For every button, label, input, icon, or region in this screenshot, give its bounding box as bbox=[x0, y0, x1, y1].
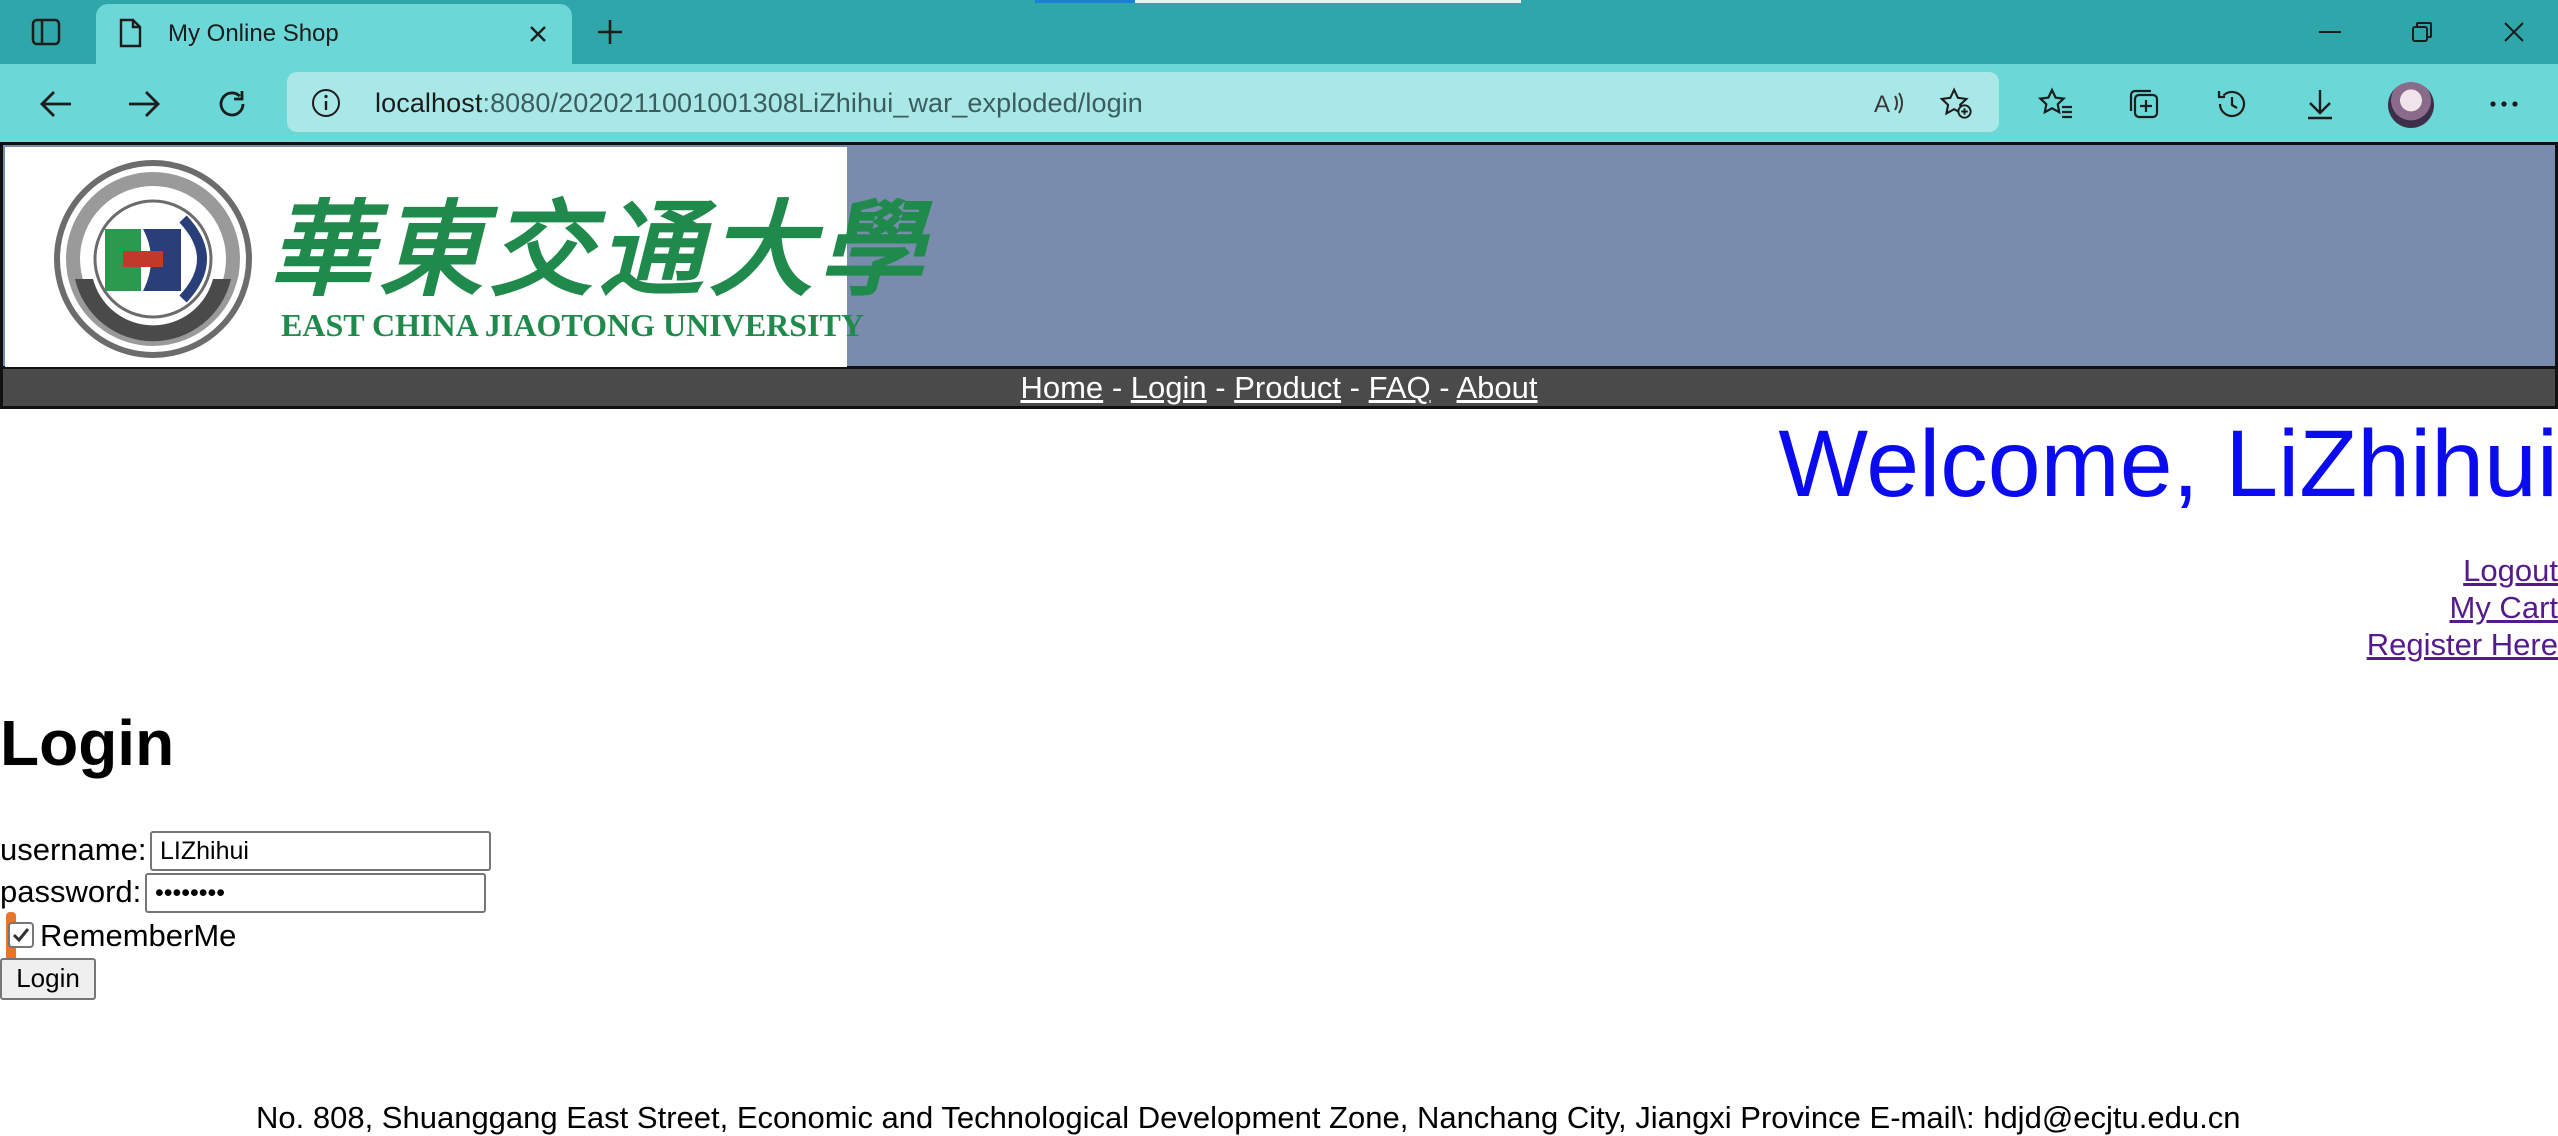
back-icon[interactable] bbox=[34, 82, 78, 126]
address-bar[interactable]: localhost:8080/2020211001001308LiZhihui_… bbox=[287, 72, 1999, 132]
nav-about-link[interactable]: About bbox=[1457, 370, 1538, 405]
checkmark-icon bbox=[12, 928, 30, 943]
site-info-icon[interactable] bbox=[311, 88, 341, 123]
my-cart-link[interactable]: My Cart bbox=[2367, 589, 2558, 626]
url-host: localhost bbox=[375, 88, 483, 118]
page-content: 華東交通大學 EAST CHINA JIAOTONG UNIVERSITY Ho… bbox=[0, 142, 2558, 1135]
username-label: username: bbox=[0, 832, 147, 867]
page-icon bbox=[118, 18, 142, 53]
nav-separator: - bbox=[1439, 370, 1450, 405]
login-button[interactable]: Login bbox=[0, 958, 96, 1000]
profile-avatar[interactable] bbox=[2388, 82, 2434, 128]
tab-title: My Online Shop bbox=[168, 20, 339, 47]
add-favorite-icon[interactable] bbox=[1939, 86, 1973, 120]
university-seal-icon bbox=[54, 160, 252, 358]
nav-separator: - bbox=[1111, 370, 1123, 405]
nav-login-link[interactable]: Login bbox=[1131, 370, 1207, 405]
close-window-icon[interactable] bbox=[2492, 14, 2536, 50]
svg-text:A: A bbox=[1874, 91, 1890, 118]
downloads-icon[interactable] bbox=[2300, 84, 2340, 124]
forward-icon[interactable] bbox=[122, 82, 166, 126]
favorites-icon[interactable] bbox=[2036, 84, 2076, 124]
history-icon[interactable] bbox=[2212, 84, 2252, 124]
logout-link[interactable]: Logout bbox=[2367, 552, 2558, 589]
nav-separator: - bbox=[1215, 370, 1226, 405]
user-links: Logout My Cart Register Here bbox=[2367, 552, 2558, 663]
password-label: password: bbox=[0, 874, 142, 909]
username-input[interactable] bbox=[150, 831, 491, 871]
browser-tab-active[interactable]: My Online Shop bbox=[96, 4, 572, 64]
restore-icon[interactable] bbox=[2400, 14, 2444, 50]
url-path: :8080/2020211001001308LiZhihui_war_explo… bbox=[482, 88, 1143, 118]
register-link[interactable]: Register Here bbox=[2367, 626, 2558, 663]
tab-actions-icon[interactable] bbox=[28, 14, 64, 50]
logo-text-chinese: 華東交通大學 bbox=[269, 188, 930, 311]
browser-tab-bar: My Online Shop bbox=[0, 0, 2558, 64]
nav-faq-link[interactable]: FAQ bbox=[1369, 370, 1431, 405]
login-heading: Login bbox=[0, 707, 175, 779]
browser-toolbar: localhost:8080/2020211001001308LiZhihui_… bbox=[0, 64, 2558, 142]
more-options-icon[interactable] bbox=[2484, 84, 2524, 124]
remember-me-checkbox[interactable] bbox=[8, 922, 34, 948]
close-tab-icon[interactable] bbox=[524, 20, 552, 48]
site-nav: Home - Login - Product - FAQ - About bbox=[0, 369, 2558, 409]
loading-progress-indicator bbox=[1035, 0, 1135, 3]
read-aloud-icon[interactable]: A bbox=[1873, 86, 1907, 120]
site-banner: 華東交通大學 EAST CHINA JIAOTONG UNIVERSITY bbox=[0, 142, 2558, 369]
new-tab-icon[interactable] bbox=[590, 14, 630, 50]
logo-text-english: EAST CHINA JIAOTONG UNIVERSITY bbox=[281, 307, 864, 343]
refresh-icon[interactable] bbox=[210, 82, 254, 126]
nav-product-link[interactable]: Product bbox=[1234, 370, 1341, 405]
footer-address: No. 808, Shuanggang East Street, Economi… bbox=[256, 1100, 2241, 1135]
university-logo: 華東交通大學 EAST CHINA JIAOTONG UNIVERSITY bbox=[5, 147, 923, 367]
remember-me-label: RememberMe bbox=[40, 918, 237, 953]
collections-icon[interactable] bbox=[2124, 84, 2164, 124]
minimize-icon[interactable] bbox=[2308, 14, 2352, 50]
password-input[interactable] bbox=[145, 873, 486, 913]
url-text[interactable]: localhost:8080/2020211001001308LiZhihui_… bbox=[375, 88, 1143, 119]
nav-separator: - bbox=[1349, 370, 1360, 405]
nav-home-link[interactable]: Home bbox=[1020, 370, 1103, 405]
welcome-message: Welcome, LiZhihui bbox=[1778, 411, 2558, 517]
